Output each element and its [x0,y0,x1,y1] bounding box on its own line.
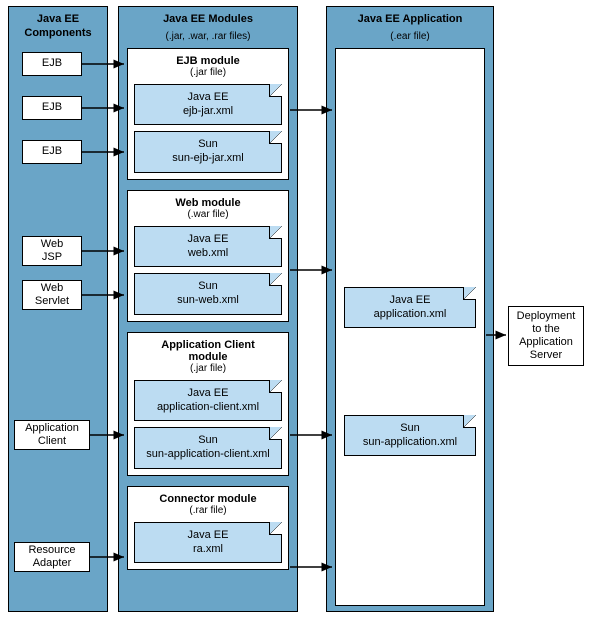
dd-label: Java EE [139,529,277,543]
dd-label: Sun [139,434,277,448]
dd-label: Java EE [139,91,277,105]
dd-file-name: application-client.xml [139,401,277,415]
module-app-client: Application Client module (.jar file) Ja… [127,332,289,476]
component-web-servlet: Web Servlet [22,280,82,310]
dd-ejb-sun: Sun sun-ejb-jar.xml [134,131,282,173]
dd-appclient-sun: Sun sun-application-client.xml [134,427,282,469]
dd-label: Java EE [349,294,471,308]
module-web: Web module (.war file) Java EE web.xml S… [127,190,289,322]
dd-label: Java EE [139,233,277,247]
dd-label: Sun [139,280,277,294]
dd-connector-javaee: Java EE ra.xml [134,522,282,564]
column-components-title: Java EE Components [17,13,99,45]
deployment-box: Deployment to the Application Server [508,306,584,366]
dd-file-name: application.xml [349,308,471,322]
module-app-client-title: Application Client module [134,339,282,363]
module-connector-sub: (.rar file) [134,505,282,516]
dd-label: Sun [349,422,471,436]
application-ear-box: Java EE application.xml Sun sun-applicat… [335,48,485,606]
dd-application-sun: Sun sun-application.xml [344,415,476,457]
component-ejb-1: EJB [22,52,82,76]
component-application-client: Application Client [14,420,90,450]
module-web-sub: (.war file) [134,209,282,220]
module-ejb-sub: (.jar file) [134,67,282,78]
dd-file-name: ra.xml [139,543,277,557]
component-ejb-2: EJB [22,96,82,120]
column-modules: Java EE Modules (.jar, .war, .rar files)… [118,6,298,612]
column-application: Java EE Application (.ear file) Java EE … [326,6,494,612]
dd-file-name: sun-ejb-jar.xml [139,152,277,166]
component-ejb-3: EJB [22,140,82,164]
module-app-client-sub: (.jar file) [134,363,282,374]
dd-application-javaee: Java EE application.xml [344,287,476,329]
dd-ejb-javaee: Java EE ejb-jar.xml [134,84,282,126]
module-ejb: EJB module (.jar file) Java EE ejb-jar.x… [127,48,289,180]
component-web-jsp: Web JSP [22,236,82,266]
module-connector: Connector module (.rar file) Java EE ra.… [127,486,289,571]
dd-file-name: ejb-jar.xml [139,105,277,119]
column-modules-title: Java EE Modules [127,13,289,31]
dd-label: Java EE [139,387,277,401]
dd-appclient-javaee: Java EE application-client.xml [134,380,282,422]
dd-label: Sun [139,138,277,152]
column-application-sub: (.ear file) [335,31,485,42]
dd-file-name: sun-web.xml [139,294,277,308]
column-application-title: Java EE Application [335,13,485,31]
column-modules-sub: (.jar, .war, .rar files) [127,31,289,42]
module-connector-title: Connector module [134,493,282,505]
dd-web-javaee: Java EE web.xml [134,226,282,268]
dd-file-name: sun-application-client.xml [139,448,277,462]
module-web-title: Web module [134,197,282,209]
component-resource-adapter: Resource Adapter [14,542,90,572]
dd-file-name: web.xml [139,247,277,261]
dd-web-sun: Sun sun-web.xml [134,273,282,315]
module-ejb-title: EJB module [134,55,282,67]
dd-file-name: sun-application.xml [349,436,471,450]
